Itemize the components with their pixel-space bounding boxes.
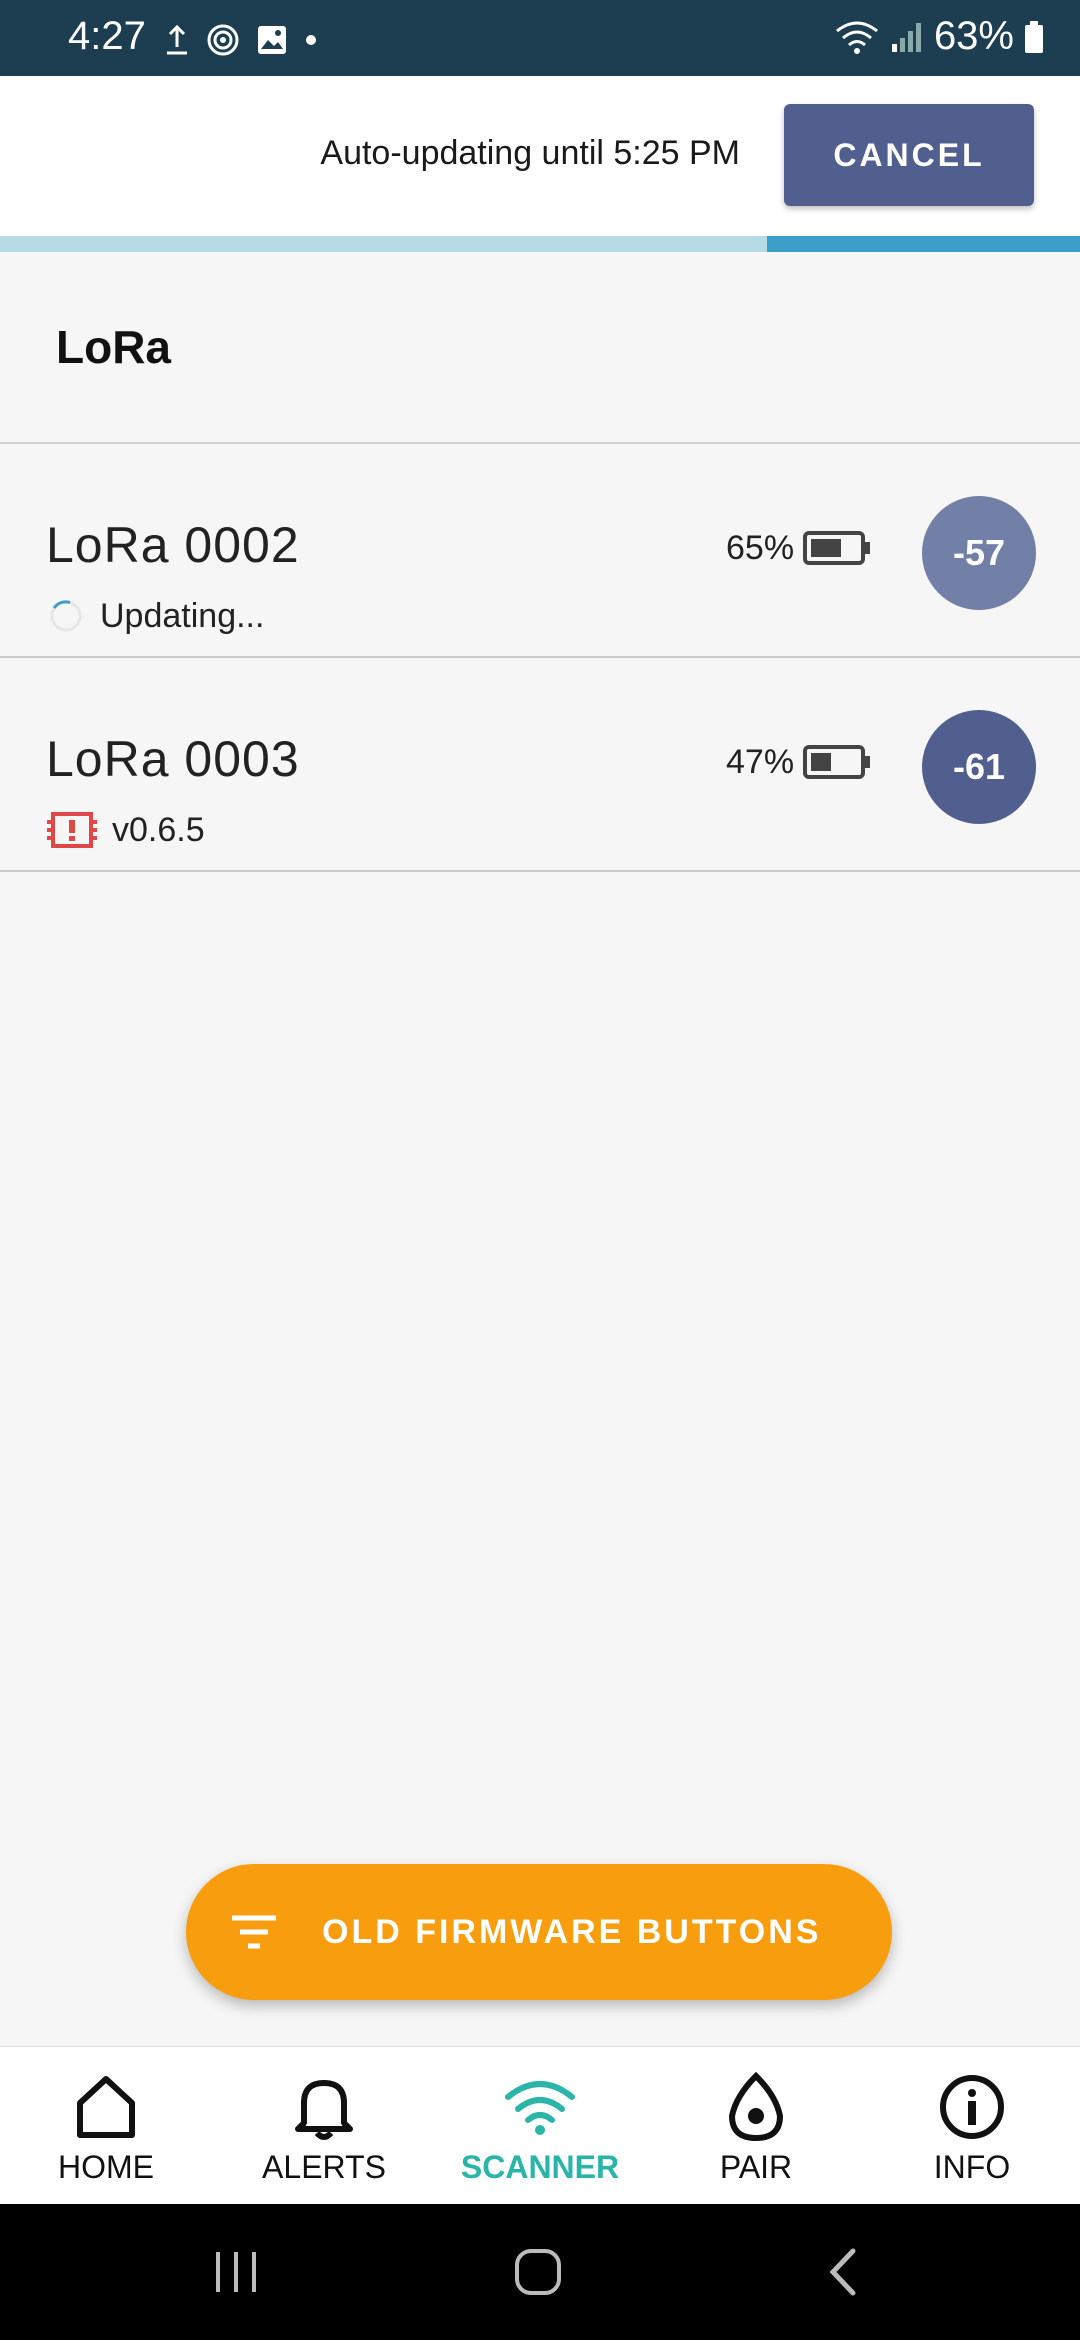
nav-item-info[interactable]: INFO (872, 2047, 1072, 2205)
device-group-header: LoRa (0, 252, 1080, 444)
device-row[interactable]: LoRa 0002 Updating... 65% -57 (0, 444, 1080, 658)
update-progress-fill (766, 236, 1080, 252)
device-battery: 65% (726, 528, 872, 568)
nav-label: ALERTS (262, 2149, 386, 2185)
cancel-button[interactable]: CANCEL (784, 104, 1034, 206)
nav-item-alerts[interactable]: ALERTS (224, 2047, 424, 2205)
pair-icon (720, 2071, 792, 2143)
home-system-button[interactable] (478, 2204, 598, 2340)
device-status-text: Updating... (100, 596, 265, 635)
back-icon (829, 2248, 856, 2296)
auto-update-bar: Auto-updating until 5:25 PM CANCEL (0, 76, 1080, 236)
status-bar: 4:27 63% (0, 0, 1080, 76)
device-battery-text: 65% (726, 528, 795, 567)
device-group-title: LoRa (56, 321, 171, 373)
device-battery-text: 47% (726, 742, 795, 781)
battery-icon (803, 745, 871, 779)
battery-icon (1025, 20, 1043, 53)
rssi-badge: -61 (922, 710, 1036, 824)
wifi-icon (504, 2071, 576, 2143)
home-icon (70, 2071, 142, 2143)
firmware-warning-icon (47, 812, 97, 848)
battery-icon (803, 531, 871, 565)
device-row[interactable]: LoRa 0003 v0.6.5 47% -61 (0, 658, 1080, 872)
device-name: LoRa 0003 (46, 731, 300, 787)
status-right: 63% (834, 14, 1044, 59)
auto-update-text: Auto-updating until 5:25 PM (320, 134, 740, 172)
nav-label: SCANNER (460, 2149, 620, 2185)
image-icon (258, 26, 286, 54)
home-system-icon (515, 2249, 561, 2295)
nav-item-home[interactable]: HOME (6, 2047, 206, 2205)
device-status: v0.6.5 (46, 810, 205, 850)
status-battery-text: 63% (933, 14, 1014, 58)
nav-label: PAIR (719, 2149, 793, 2185)
device-status: Updating... (46, 596, 264, 636)
fab-label: OLD FIRMWARE BUTTONS (322, 1912, 822, 1951)
old-firmware-buttons-fab[interactable]: OLD FIRMWARE BUTTONS (186, 1864, 892, 2000)
dot-icon (306, 35, 316, 45)
rssi-badge: -57 (922, 496, 1036, 610)
bell-icon (288, 2071, 360, 2143)
status-icons (164, 20, 318, 60)
info-icon (936, 2071, 1008, 2143)
device-name: LoRa 0002 (46, 517, 300, 573)
update-progress-bar (0, 236, 1080, 252)
radar-icon (207, 24, 239, 56)
status-time: 4:27 (68, 14, 146, 58)
recent-apps-icon (216, 2252, 256, 2292)
device-battery: 47% (726, 742, 872, 782)
nav-label: HOME (58, 2149, 154, 2185)
filter-icon (226, 1904, 282, 1960)
nav-label: INFO (933, 2149, 1011, 2185)
system-navigation-bar (0, 2204, 1080, 2340)
spinner-icon (50, 600, 82, 632)
recent-apps-button[interactable] (176, 2204, 296, 2340)
nav-item-pair[interactable]: PAIR (656, 2047, 856, 2205)
wifi-icon (836, 21, 878, 54)
bottom-navigation: HOME ALERTS SCANNER PAIR INFO (0, 2046, 1080, 2205)
nav-item-scanner[interactable]: SCANNER (440, 2047, 640, 2205)
upload-icon (167, 24, 187, 55)
device-status-text: v0.6.5 (112, 810, 205, 849)
signal-icon (891, 22, 921, 52)
back-button[interactable] (782, 2204, 902, 2340)
